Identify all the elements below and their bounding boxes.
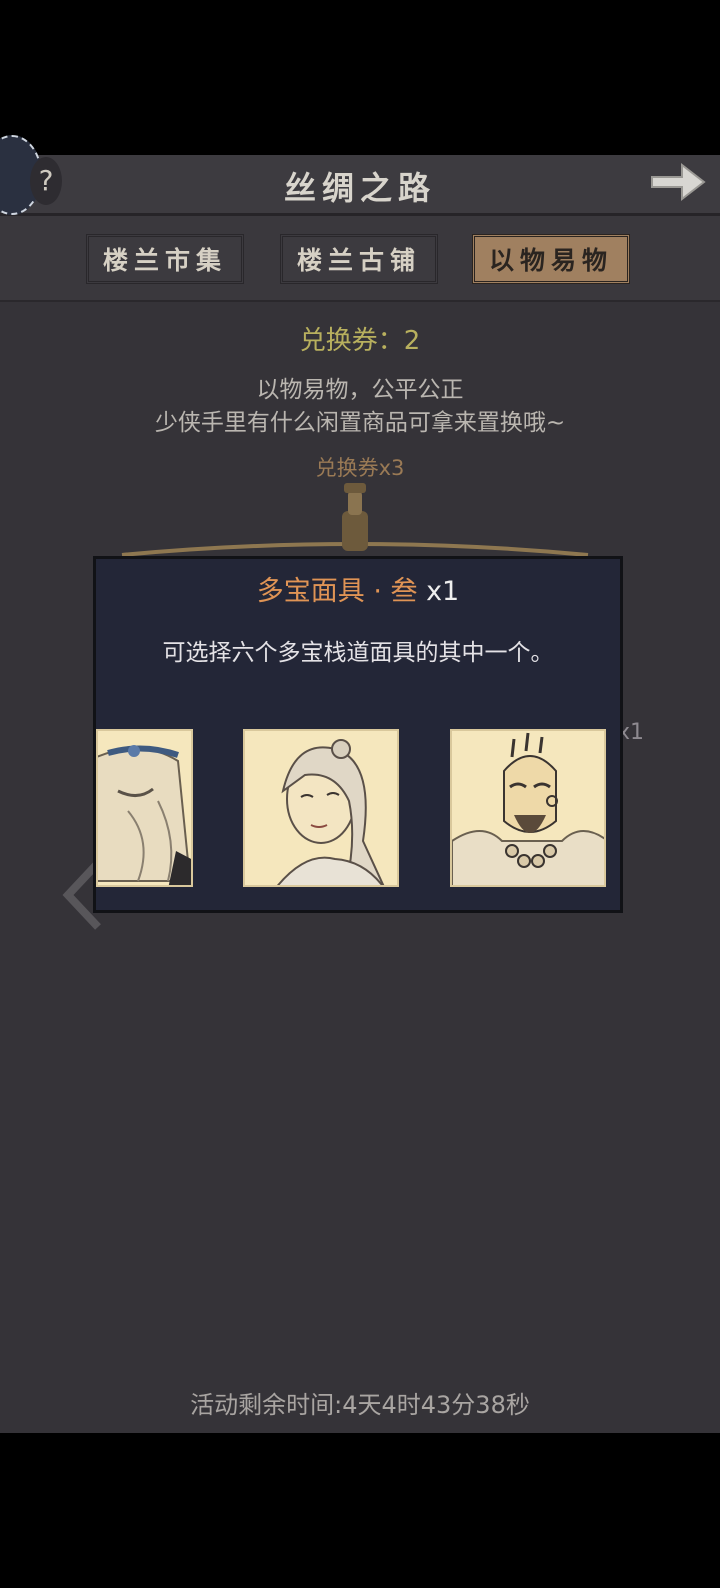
mask-option-warrior[interactable] xyxy=(450,729,606,887)
item-description: 可选择六个多宝栈道面具的其中一个。 xyxy=(162,640,554,666)
tab-bar: 楼兰市集 楼兰古铺 以物易物 xyxy=(0,216,720,302)
barter-description-line2: 少侠手里有什么闲置商品可拿来置换哦~ xyxy=(154,410,566,436)
item-title: 多宝面具 · 叁 x1 xyxy=(96,569,620,608)
warrior-portrait-icon xyxy=(452,732,604,885)
elder-portrait-icon xyxy=(98,745,191,885)
item-tooltip-modal: 多宝面具 · 叁 x1 可选择六个多宝栈道面具的其中一个。 xyxy=(93,556,623,913)
tab-barter[interactable]: 以物易物 xyxy=(472,234,630,284)
mask-option-elder[interactable] xyxy=(96,729,193,887)
balance-scale-icon xyxy=(121,483,589,557)
exchange-cost: 兑换券x3 xyxy=(315,456,405,480)
coupon-count: 兑换券：2 xyxy=(299,326,421,356)
lady-portrait-icon xyxy=(277,739,385,885)
item-quantity: x1 xyxy=(417,576,460,607)
item-name: 多宝面具 · 叁 xyxy=(256,576,418,607)
mask-option-lady[interactable] xyxy=(243,729,399,887)
status-bar-area xyxy=(0,0,720,155)
back-arrow-icon[interactable] xyxy=(648,159,708,205)
tab-loulan-market[interactable]: 楼兰市集 xyxy=(86,234,244,284)
page-title: 丝绸之路 xyxy=(283,169,436,207)
tab-loulan-shop[interactable]: 楼兰古铺 xyxy=(280,234,438,284)
barter-description-line1: 以物易物，公平公正 xyxy=(256,377,464,403)
navigation-bar-area xyxy=(0,1433,720,1588)
event-remaining-time: 活动剩余时间:4天4时43分38秒 xyxy=(190,1391,530,1419)
header-bar: ? 丝绸之路 xyxy=(0,135,720,216)
game-screen: ? 丝绸之路 楼兰市集 楼兰古铺 以物易物 兑换券：2 以物易物，公平公正 少侠… xyxy=(0,135,720,1433)
